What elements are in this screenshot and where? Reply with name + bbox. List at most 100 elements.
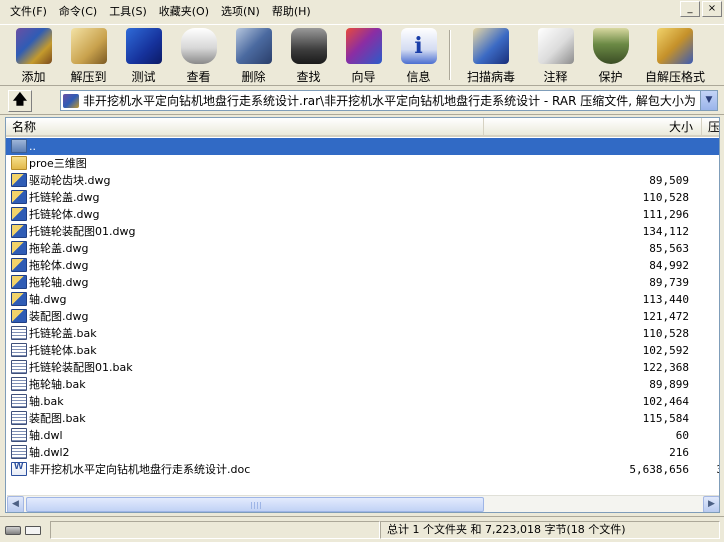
sfx-button[interactable]: 自解压格式	[638, 25, 712, 85]
test-icon	[125, 28, 162, 64]
test-label: 测试	[131, 70, 156, 84]
find-button[interactable]: 查找	[281, 25, 336, 85]
file-name: 托链轮盖.bak	[29, 327, 97, 340]
table-row[interactable]: 托链轮装配图01.bak 122,368	[6, 359, 719, 376]
info-button[interactable]: 信息	[391, 25, 446, 85]
table-row[interactable]: 拖轮轴.dwg 89,739	[6, 274, 719, 291]
table-row[interactable]: 托链轮体.dwg 111,296	[6, 206, 719, 223]
bak-file-icon	[11, 343, 27, 357]
toolbar-separator	[449, 30, 451, 80]
protect-button[interactable]: 保护	[583, 25, 638, 85]
path-combobox[interactable]: 非开挖机水平定向钻机地盘行走系统设计.rar\非开挖机水平定向钻机地盘行走系统设…	[60, 90, 718, 111]
table-row[interactable]: 轴.dwl 60	[6, 427, 719, 444]
wizard-button[interactable]: 向导	[336, 25, 391, 85]
extract-to-label: 解压到	[70, 70, 107, 84]
menu-favorites[interactable]: 收藏夹(O)	[153, 2, 215, 22]
folder-icon	[11, 156, 27, 170]
table-row[interactable]: 托链轮盖.bak 110,528	[6, 325, 719, 342]
status-icons	[3, 521, 47, 539]
file-name: 非开挖机水平定向钻机地盘行走系统设计.doc	[29, 463, 251, 476]
dwg-file-icon	[11, 190, 27, 204]
bak-file-icon	[11, 445, 27, 459]
scan-virus-button[interactable]: 扫描病毒	[454, 25, 528, 85]
list-header: 名称 大小 压	[6, 118, 719, 137]
table-row[interactable]: proe三维图	[6, 155, 719, 172]
file-size: 216	[669, 446, 689, 459]
menu-bar: 文件(F) 命令(C) 工具(S) 收藏夹(O) 选项(N) 帮助(H) _ ×	[0, 0, 724, 24]
table-row[interactable]: 托链轮体.bak 102,592	[6, 342, 719, 359]
dwg-file-icon	[11, 207, 27, 221]
file-size: 89,899	[649, 378, 689, 391]
dwg-file-icon	[11, 275, 27, 289]
minimize-button[interactable]: _	[680, 1, 700, 17]
table-row[interactable]: 托链轮装配图01.dwg 134,112	[6, 223, 719, 240]
file-name: ..	[29, 140, 36, 153]
menu-commands[interactable]: 命令(C)	[53, 2, 103, 22]
extract-to-button[interactable]: 解压到	[61, 25, 116, 85]
table-row[interactable]: 轴.dwg 113,440	[6, 291, 719, 308]
up-folder-icon: 🡅	[12, 91, 28, 108]
table-row[interactable]: 拖轮盖.dwg 85,563	[6, 240, 719, 257]
chevron-down-icon[interactable]: ▼	[700, 91, 717, 110]
menu-options[interactable]: 选项(N)	[215, 2, 266, 22]
file-name: 拖轮轴.bak	[29, 378, 86, 391]
table-row[interactable]: 托链轮盖.dwg 110,528	[6, 189, 719, 206]
column-header-packed[interactable]: 压	[702, 118, 719, 136]
up-folder-button[interactable]: 🡅	[8, 89, 32, 112]
dwg-file-icon	[11, 309, 27, 323]
close-button[interactable]: ×	[702, 1, 722, 17]
table-row[interactable]: 拖轮体.dwg 84,992	[6, 257, 719, 274]
test-button[interactable]: 测试	[116, 25, 171, 85]
menu-file[interactable]: 文件(F)	[4, 2, 53, 22]
comment-button[interactable]: 注释	[528, 25, 583, 85]
scroll-right-button[interactable]: ▶	[703, 496, 719, 512]
scroll-left-button[interactable]: ◀	[7, 496, 24, 512]
table-row[interactable]: 轴.dwl2 216	[6, 444, 719, 461]
file-size: 89,739	[649, 276, 689, 289]
bak-file-icon	[11, 394, 27, 408]
table-row[interactable]: ..	[6, 138, 719, 155]
scan-virus-label: 扫描病毒	[466, 70, 515, 84]
file-name: 托链轮体.bak	[29, 344, 97, 357]
find-binoculars-icon	[290, 28, 327, 64]
file-name: 装配图.bak	[29, 412, 86, 425]
view-icon	[180, 28, 217, 64]
path-text: 非开挖机水平定向钻机地盘行走系统设计.rar\非开挖机水平定向钻机地盘行走系统设…	[83, 94, 696, 108]
table-row[interactable]: 拖轮轴.bak 89,899	[6, 376, 719, 393]
drive-icon[interactable]	[5, 525, 21, 535]
column-header-name[interactable]: 名称	[6, 118, 484, 136]
file-name: 轴.dwg	[29, 293, 67, 306]
comment-icon	[537, 28, 574, 64]
add-archive-icon	[15, 28, 52, 64]
table-row[interactable]: 装配图.dwg 121,472	[6, 308, 719, 325]
view-button[interactable]: 查看	[171, 25, 226, 85]
table-row[interactable]: 轴.bak 102,464	[6, 393, 719, 410]
add-label: 添加	[21, 70, 46, 84]
file-size: 102,592	[642, 344, 689, 357]
scroll-grip-icon	[251, 502, 261, 509]
file-name: 轴.bak	[29, 395, 64, 408]
bak-file-icon	[11, 326, 27, 340]
delete-label: 删除	[241, 70, 266, 84]
table-row[interactable]: 非开挖机水平定向钻机地盘行走系统设计.doc 5,638,656 3	[6, 461, 719, 478]
file-name: 轴.dwl2	[29, 446, 70, 459]
scroll-thumb[interactable]	[26, 497, 484, 512]
add-button[interactable]: 添加	[6, 25, 61, 85]
key-icon[interactable]	[25, 525, 41, 535]
info-label: 信息	[406, 70, 431, 84]
list-rows: .. proe三维图 驱动轮齿块.dwg 89,509 托链轮盖.dwg 110,528 托…	[6, 138, 719, 478]
column-header-size[interactable]: 大小	[484, 118, 702, 136]
delete-button[interactable]: 删除	[226, 25, 281, 85]
table-row[interactable]: 驱动轮齿块.dwg 89,509	[6, 172, 719, 189]
menu-tools[interactable]: 工具(S)	[103, 2, 153, 22]
menu-help[interactable]: 帮助(H)	[266, 2, 317, 22]
table-row[interactable]: 装配图.bak 115,584	[6, 410, 719, 427]
comment-label: 注释	[543, 70, 568, 84]
sfx-icon	[657, 28, 693, 64]
file-list[interactable]: 名称 大小 压 .. proe三维图 驱动轮齿块.dwg 89,509 托链轮盖.dwg…	[5, 117, 720, 513]
dwg-file-icon	[11, 292, 27, 306]
file-size: 89,509	[649, 174, 689, 187]
horizontal-scrollbar[interactable]: ◀ ▶	[7, 495, 719, 512]
file-size: 84,992	[649, 259, 689, 272]
wizard-label: 向导	[351, 70, 376, 84]
